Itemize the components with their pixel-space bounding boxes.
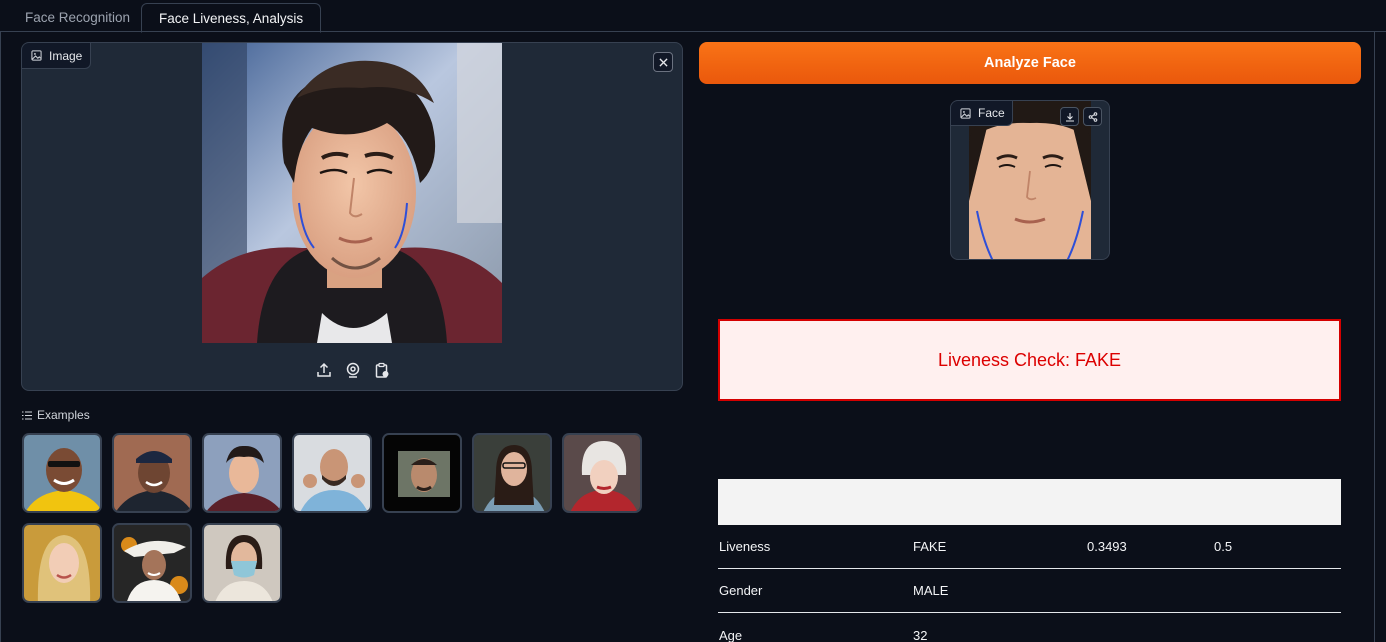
example-thumbnail[interactable] [202, 433, 282, 513]
table-cell: MALE [913, 583, 949, 598]
tab-bar: Face Recognition Face Liveness, Analysis [0, 0, 1386, 33]
table-row: Liveness FAKE 0.3493 0.5 [718, 525, 1341, 569]
image-source-toolbar [314, 360, 394, 382]
download-button[interactable] [1060, 107, 1079, 126]
share-button[interactable] [1083, 107, 1102, 126]
download-icon [1065, 112, 1074, 122]
webcam-icon [346, 362, 360, 378]
example-thumbnail[interactable] [292, 433, 372, 513]
close-icon [658, 57, 668, 67]
webcam-button[interactable] [343, 360, 363, 380]
share-icon [1088, 111, 1097, 122]
table-cell: Gender [719, 583, 763, 598]
image-label-text: Image [49, 48, 83, 63]
face-label-text: Face [978, 106, 1005, 120]
results-table-header [718, 479, 1341, 525]
face-label: Face [951, 101, 1013, 126]
table-cell: 32 [913, 628, 928, 642]
upload-button[interactable] [314, 360, 334, 380]
examples-label: Examples [22, 408, 90, 422]
example-thumbnail[interactable] [22, 433, 102, 513]
table-cell: FAKE [913, 539, 947, 554]
table-row: Gender MALE [718, 569, 1341, 613]
image-label: Image [22, 43, 92, 69]
example-thumbnail[interactable] [202, 523, 282, 603]
panel-border [1374, 32, 1375, 642]
liveness-result-text: Liveness Check: FAKE [937, 349, 1122, 370]
example-thumbnail[interactable] [382, 433, 462, 513]
example-thumbnail[interactable] [472, 433, 552, 513]
example-thumbnail[interactable] [112, 523, 192, 603]
image-input[interactable]: Image [21, 42, 683, 391]
clear-image-button[interactable] [653, 52, 673, 72]
table-cell: Age [719, 628, 743, 642]
table-cell: 0.5 [1214, 539, 1233, 554]
table-row: Age 32 [718, 614, 1341, 642]
image-icon [960, 107, 971, 119]
face-output: Face [950, 100, 1110, 260]
liveness-result-banner: Liveness Check: FAKE [718, 319, 1341, 401]
table-cell: 0.3493 [1087, 539, 1127, 554]
list-icon [22, 411, 32, 419]
uploaded-photo [202, 43, 502, 343]
image-icon [31, 50, 42, 61]
panel-border [0, 32, 1, 642]
example-thumbnail[interactable] [112, 433, 192, 513]
example-thumbnail[interactable] [22, 523, 102, 603]
clipboard-icon [375, 362, 389, 378]
analyze-face-button[interactable]: Analyze Face [699, 42, 1361, 84]
clipboard-button[interactable] [372, 360, 392, 380]
example-thumbnail[interactable] [562, 433, 642, 513]
table-cell: Liveness [719, 539, 771, 554]
tab-face-recognition[interactable]: Face Recognition [8, 3, 147, 32]
upload-icon [317, 362, 331, 377]
tab-face-liveness-analysis[interactable]: Face Liveness, Analysis [141, 3, 322, 33]
